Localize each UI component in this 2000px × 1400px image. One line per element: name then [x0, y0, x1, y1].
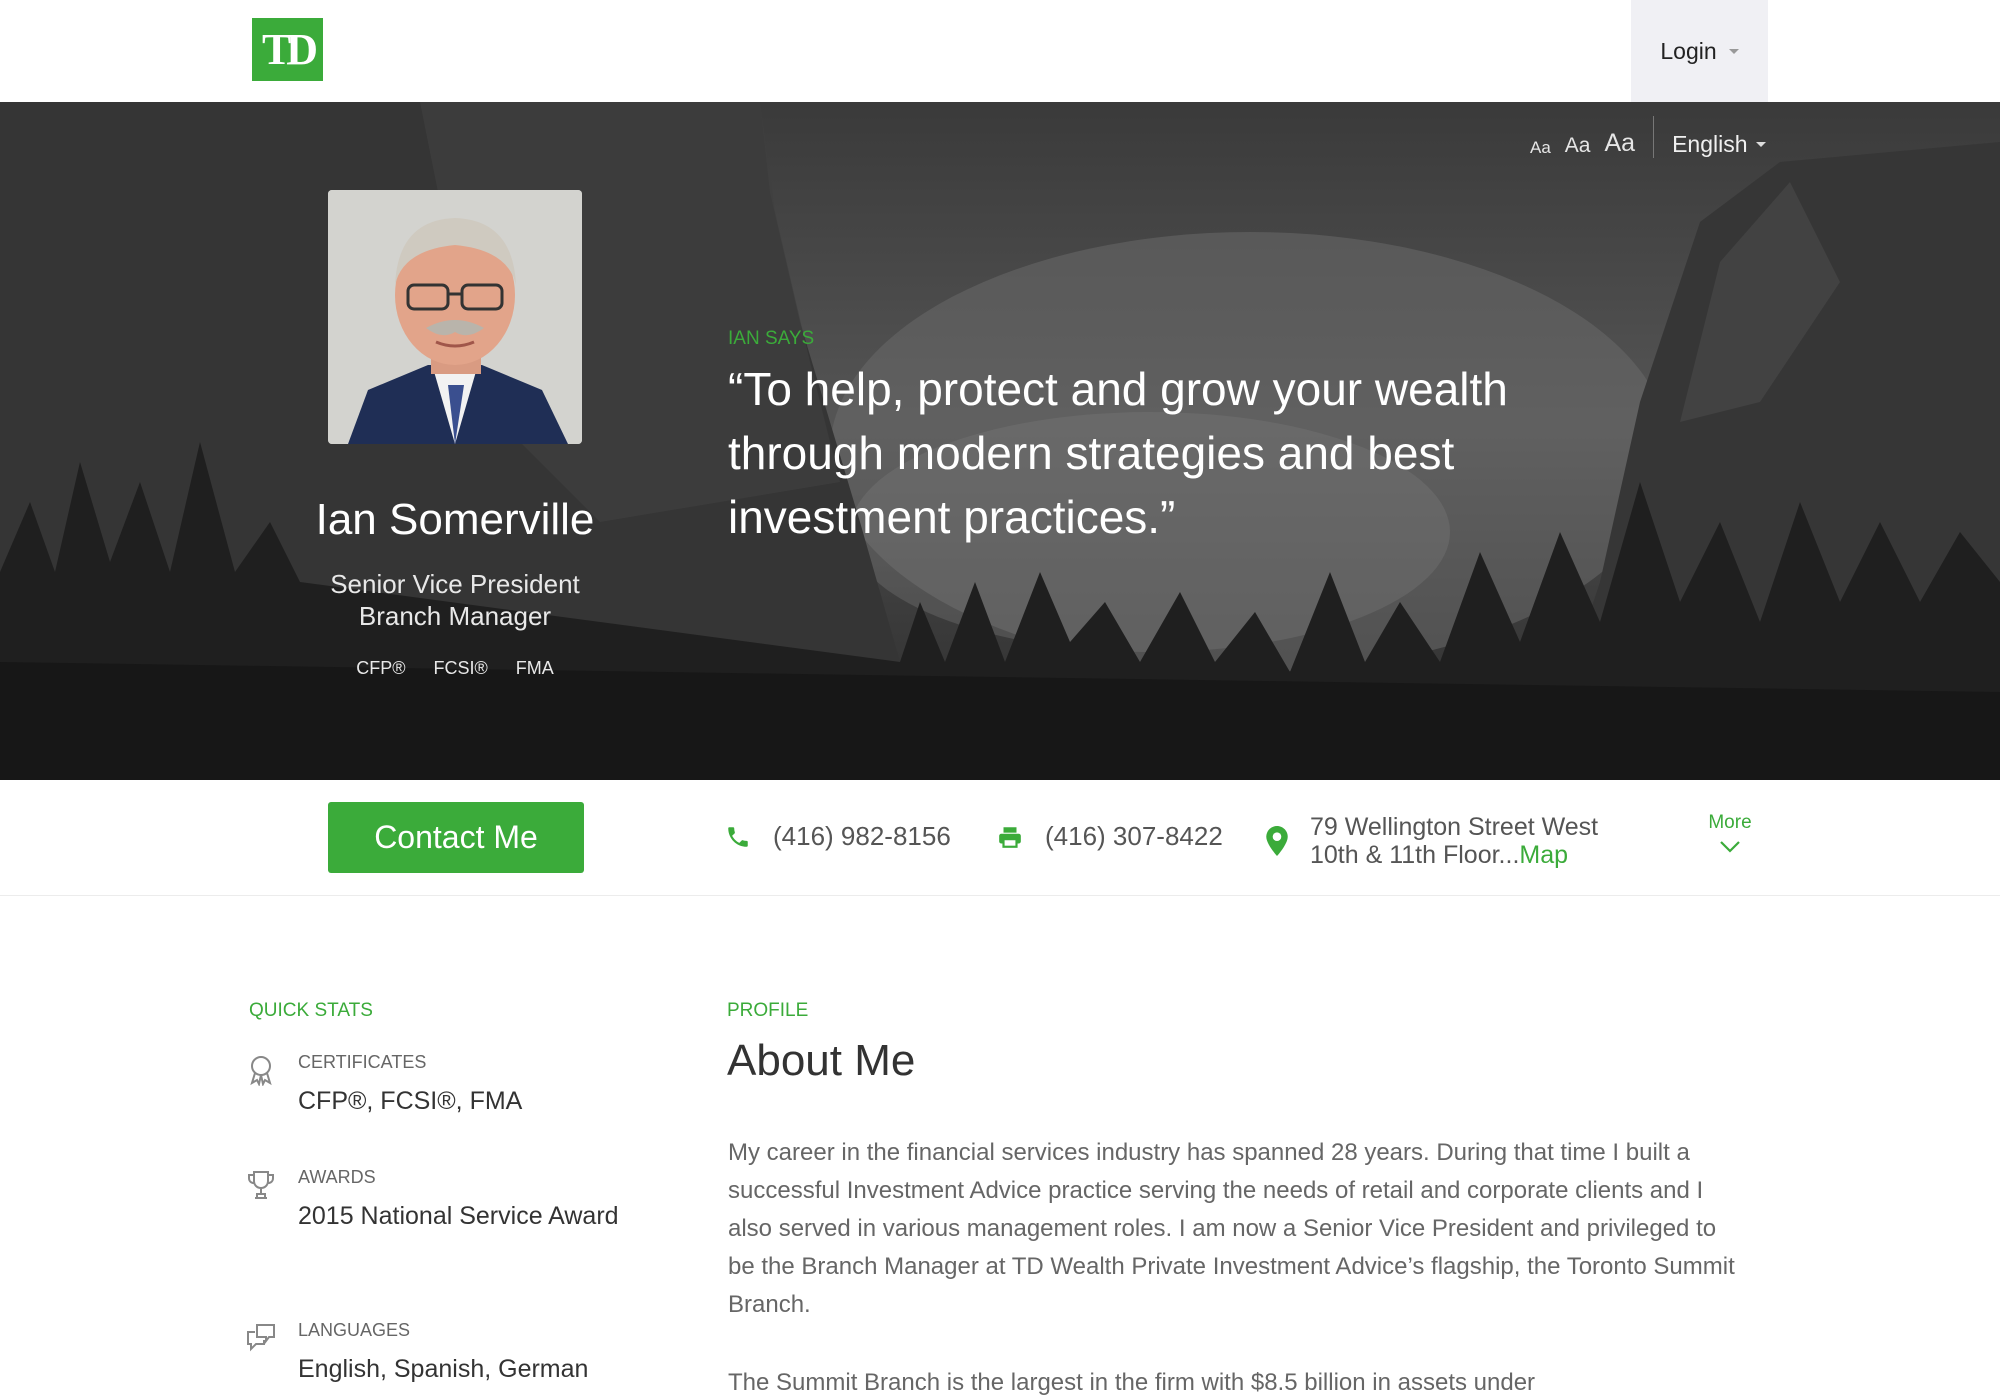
chevron-down-icon — [1720, 841, 1740, 853]
fax-number: (416) 307-8422 — [1045, 821, 1223, 851]
credential-badge: CFP® — [356, 658, 406, 678]
language-selector[interactable]: English — [1672, 131, 1766, 158]
quick-stats-heading: QUICK STATS — [249, 1000, 373, 1021]
address-text: 79 Wellington Street West 10th & 11th Fl… — [1310, 813, 1598, 869]
address-contact: 79 Wellington Street West 10th & 11th Fl… — [1266, 813, 1598, 869]
text-size-controls: Aa Aa Aa English — [1530, 116, 1766, 158]
profile-paragraph: The Summit Branch is the largest in the … — [728, 1369, 1536, 1396]
phone-contact[interactable]: (416) 982-8156 — [725, 821, 951, 852]
award-ribbon-icon — [250, 1056, 272, 1086]
contact-me-button[interactable]: Contact Me — [328, 802, 584, 873]
divider — [1653, 116, 1655, 158]
map-pin-icon — [1266, 826, 1288, 856]
credential-badge: FCSI® — [433, 658, 488, 678]
phone-icon — [728, 826, 748, 847]
stat-value: 2015 National Service Award — [298, 1202, 619, 1230]
trophy-icon — [248, 1171, 274, 1199]
contact-bar: Contact Me (416) 982-8156 (416) 307-8422… — [0, 780, 2000, 896]
advisor-title: Senior Vice President Branch Manager — [300, 568, 610, 632]
hero-banner: Aa Aa Aa English Ian Somerville Senior V… — [0, 102, 2000, 780]
address-line2: 10th & 11th Floor... — [1310, 841, 1520, 869]
stat-certificates: CERTIFICATES CFP®, FCSI®, FMA — [245, 1052, 625, 1122]
credentials-list: CFP® FCSI® FMA — [300, 658, 610, 679]
about-me-title: About Me — [727, 1036, 916, 1085]
phone-number: (416) 982-8156 — [773, 821, 951, 851]
profile-heading: PROFILE — [727, 1000, 809, 1021]
stat-value: CFP®, FCSI®, FMA — [298, 1087, 523, 1115]
fax-contact[interactable]: (416) 307-8422 — [997, 821, 1223, 852]
stat-label: CERTIFICATES — [298, 1052, 427, 1072]
language-label: English — [1672, 131, 1748, 157]
credential-badge: FMA — [515, 658, 554, 678]
font-size-large-button[interactable]: Aa — [1604, 129, 1635, 158]
advisor-name: Ian Somerville — [315, 495, 595, 544]
printer-icon — [999, 826, 1021, 848]
speech-bubbles-icon — [247, 1324, 275, 1352]
stat-awards: AWARDS 2015 National Service Award — [245, 1167, 625, 1277]
map-link[interactable]: Map — [1519, 841, 1568, 869]
address-line1: 79 Wellington Street West — [1310, 813, 1599, 841]
more-button[interactable]: More — [1700, 812, 1760, 860]
top-nav: TD Login — [0, 0, 2000, 102]
advisor-quote: “To help, protect and grow your wealth t… — [728, 363, 1508, 543]
stat-label: AWARDS — [298, 1167, 376, 1187]
td-logo[interactable]: TD — [252, 18, 323, 81]
advisor-title-line2: Branch Manager — [358, 601, 552, 631]
advisor-title-line1: Senior Vice President — [330, 569, 580, 599]
quote-label: IAN SAYS — [728, 328, 815, 349]
chevron-down-icon — [1728, 48, 1739, 54]
advisor-photo — [328, 190, 582, 444]
login-button[interactable]: Login — [1631, 0, 1768, 102]
login-label: Login — [1660, 37, 1717, 64]
chevron-down-icon — [1755, 142, 1766, 147]
more-label: More — [1708, 812, 1752, 833]
stat-value: English, Spanish, German — [298, 1355, 589, 1383]
font-size-medium-button[interactable]: Aa — [1565, 134, 1591, 158]
font-size-small-button[interactable]: Aa — [1530, 138, 1551, 158]
profile-paragraph: My career in the financial services indu… — [728, 1139, 1735, 1318]
stat-label: LANGUAGES — [298, 1320, 411, 1340]
stat-languages: LANGUAGES English, Spanish, German — [245, 1320, 625, 1390]
